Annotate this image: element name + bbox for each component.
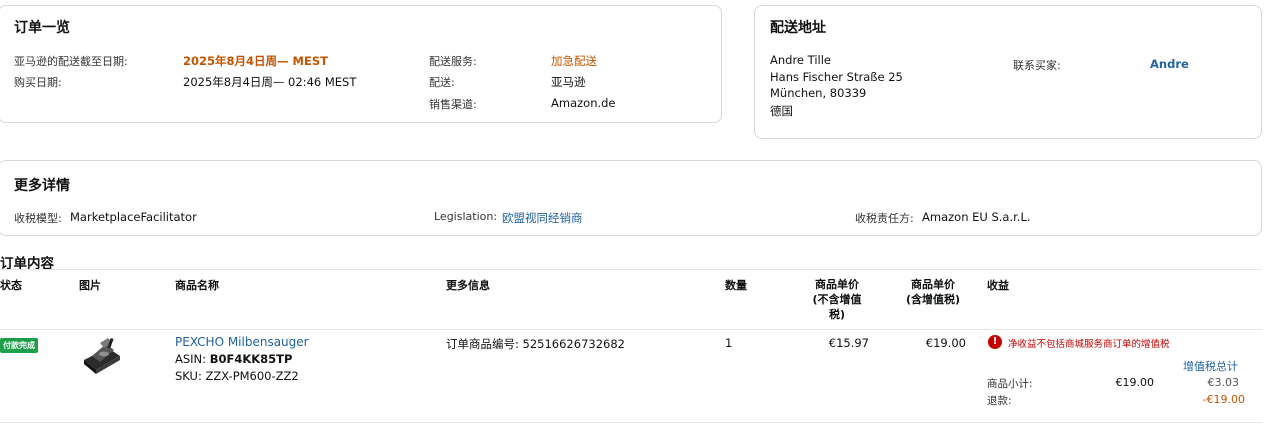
contact-buyer-link[interactable]: Andre [1150, 57, 1189, 71]
product-image[interactable] [78, 334, 124, 378]
fulfillment-value: 亚马逊 [551, 75, 586, 89]
warning-icon: ! [988, 335, 1002, 349]
purchase-date-value: 2025年8月4日周— 02:46 MEST [183, 75, 357, 89]
more-details-card [0, 160, 1262, 236]
column-header-unit-price-inc-vat: 商品单价 (含增值税) [900, 277, 966, 307]
purchase-date-label: 购买日期: [14, 76, 62, 89]
sales-channel-label: 销售渠道: [429, 98, 477, 111]
legislation-label: Legislation: [434, 210, 498, 223]
sales-channel-value: Amazon.de [551, 96, 616, 110]
vacuum-cleaner-icon [84, 337, 120, 374]
order-summary-title: 订单一览 [14, 20, 70, 36]
column-header-quantity: 数量 [725, 279, 747, 292]
contact-buyer-label: 联系买家: [1013, 59, 1061, 72]
table-bottom-divider [0, 422, 1262, 423]
address-city: München, 80339 [770, 86, 867, 100]
table-header-divider [0, 329, 1262, 330]
unit-price-inc-line2: (含增值税) [905, 293, 961, 306]
unit-price-ex-line1: 商品单价 [815, 278, 859, 291]
legislation-value[interactable]: 欧盟视同经销商 [502, 210, 583, 226]
unit-price-ex-vat-value: €15.97 [828, 336, 869, 350]
quantity-value: 1 [725, 336, 733, 350]
column-header-image: 图片 [79, 279, 101, 292]
status-badge: 付款完成 [0, 338, 38, 353]
shipping-address-title: 配送地址 [770, 20, 826, 36]
unit-price-inc-line1: 商品单价 [911, 278, 955, 291]
order-item-id: 订单商品编号: 52516626732682 [446, 336, 625, 352]
table-top-divider [0, 269, 1262, 270]
subtotal-value: €19.00 [1115, 376, 1155, 389]
asin-label: ASIN: [175, 352, 207, 366]
unit-price-ex-line2: (不含增值 [812, 293, 862, 306]
fulfillment-label: 配送: [429, 76, 455, 89]
order-item-value: 52516626732682 [522, 337, 625, 351]
revenue-note: 净收益不包括商城服务商订单的增值税 [1008, 339, 1170, 350]
column-header-product-name: 商品名称 [175, 279, 219, 292]
refund-vat: -€19.00 [1202, 393, 1245, 406]
tax-party-value: Amazon EU S.a.r.L. [922, 210, 1031, 224]
product-name-link[interactable]: PEXCHO Milbensauger [175, 335, 309, 349]
ship-by-value: 2025年8月4日周— MEST [183, 54, 328, 68]
address-country: 德国 [770, 104, 793, 118]
vat-total-label: 增值税总计 [1183, 360, 1238, 373]
shipping-service-label: 配送服务: [429, 55, 477, 68]
column-header-status: 状态 [0, 279, 22, 292]
more-details-title: 更多详情 [14, 178, 70, 194]
unit-price-ex-line3: 税) [828, 308, 846, 321]
subtotal-label: 商品小计: [987, 378, 1033, 390]
column-header-more-info: 更多信息 [446, 279, 490, 292]
unit-price-inc-vat-value: €19.00 [925, 336, 966, 350]
subtotal-vat: €3.03 [1207, 376, 1240, 389]
ship-by-label: 亚马逊的配送截至日期: [14, 55, 128, 68]
tax-model-label: 收税模型: [14, 212, 62, 225]
asin-line: ASIN: B0F4KK85TP [175, 352, 292, 366]
order-item-label: 订单商品编号: [446, 337, 519, 351]
shipping-service-value: 加急配送 [551, 54, 597, 68]
column-header-unit-price-ex-vat: 商品单价 (不含增值 税) [805, 277, 869, 322]
recipient-name: Andre Tille [770, 53, 831, 67]
sku-value: ZZX-PM600-ZZ2 [205, 369, 299, 383]
tax-model-value: MarketplaceFacilitator [70, 210, 197, 224]
tax-party-label: 收税责任方: [855, 212, 914, 225]
asin-value: B0F4KK85TP [209, 352, 293, 366]
sku-label: SKU: [175, 369, 202, 383]
refund-label: 退款: [987, 395, 1012, 407]
column-header-revenue: 收益 [987, 279, 1009, 292]
sku-line: SKU: ZZX-PM600-ZZ2 [175, 369, 299, 383]
address-street: Hans Fischer Straße 25 [770, 70, 903, 84]
